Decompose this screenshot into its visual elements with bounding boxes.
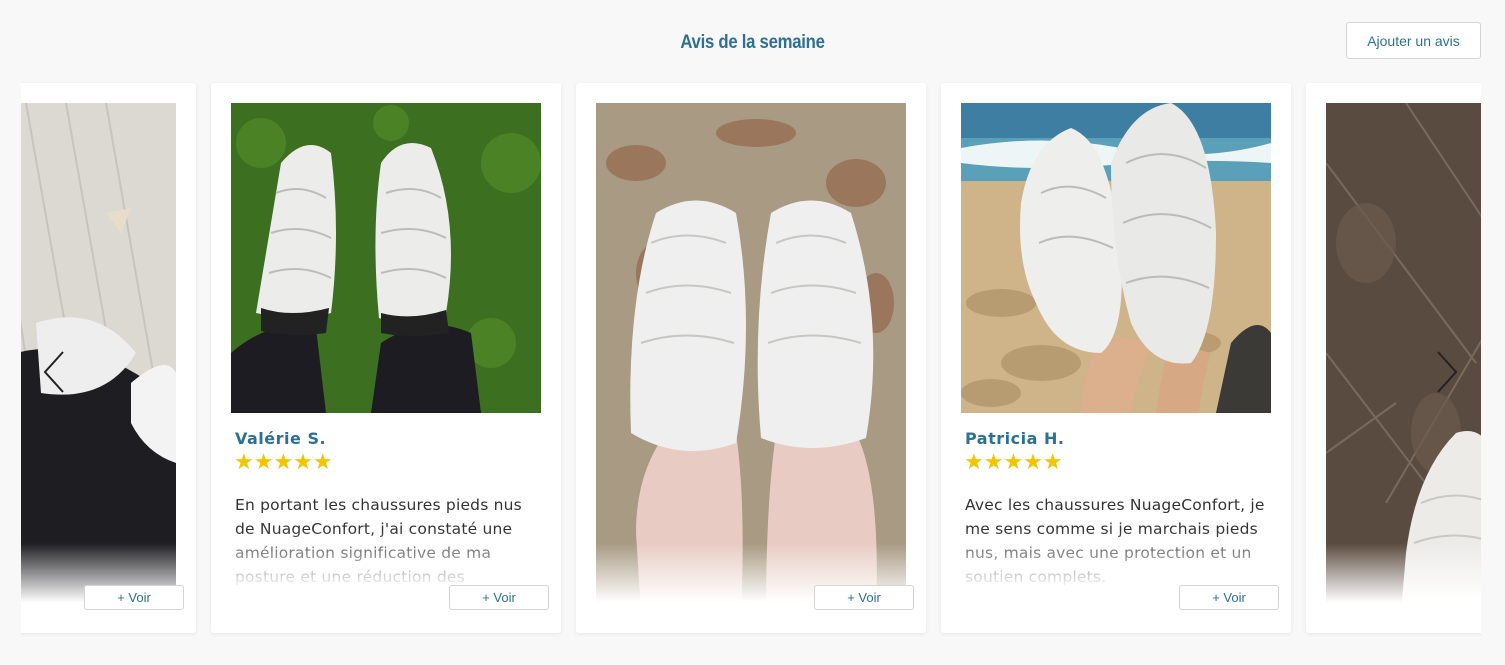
chevron-right-icon xyxy=(1437,351,1458,393)
see-more-button[interactable]: + Voir xyxy=(84,585,184,610)
next-arrow[interactable] xyxy=(1434,350,1460,394)
see-more-button[interactable]: + Voir xyxy=(814,585,914,610)
review-card[interactable]: + Voir xyxy=(576,83,926,633)
add-review-button[interactable]: Ajouter un avis xyxy=(1346,22,1481,59)
review-photo[interactable] xyxy=(596,103,906,613)
reviews-carousel[interactable]: + Voir Valérie S. ★★★★★ En portant les c… xyxy=(21,82,1481,637)
review-card[interactable]: Patricia H. ★★★★★ Avec les chaussures Nu… xyxy=(941,83,1291,633)
section-title: Avis de la semaine xyxy=(680,32,825,53)
see-more-button[interactable]: + Voir xyxy=(449,585,549,610)
rating-stars: ★★★★★ xyxy=(964,449,1063,474)
review-photo[interactable] xyxy=(961,103,1271,413)
reviewer-name: Patricia H. xyxy=(965,429,1065,448)
rating-stars: ★★★★★ xyxy=(234,449,333,474)
see-more-button[interactable]: + Voir xyxy=(1179,585,1279,610)
reviewer-name: Valérie S. xyxy=(235,429,327,448)
review-card[interactable]: Valérie S. ★★★★★ En portant les chaussur… xyxy=(211,83,561,633)
review-photo[interactable] xyxy=(231,103,541,413)
reviews-section: Avis de la semaine Ajouter un avis + Voi… xyxy=(0,0,1505,665)
prev-arrow[interactable] xyxy=(41,350,67,394)
chevron-left-icon xyxy=(43,351,64,393)
